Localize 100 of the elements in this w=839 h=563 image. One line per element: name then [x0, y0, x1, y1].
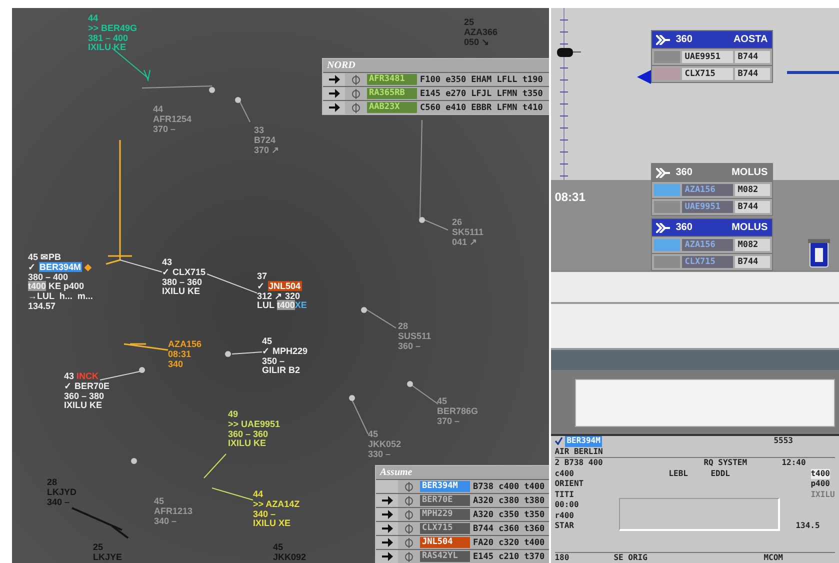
triangle-icon[interactable] [636, 70, 651, 84]
callsign-cell[interactable]: JNL504 [420, 537, 470, 548]
track-label-text[interactable]: 360 – 360 [228, 428, 268, 439]
arrow-cell[interactable] [376, 550, 398, 563]
track-label-text[interactable]: BER786G [437, 406, 478, 416]
track-label-text[interactable]: 381 – 400 [88, 32, 128, 43]
arrow-cell[interactable] [376, 522, 398, 535]
callsign-cell[interactable]: CLX715 [682, 256, 733, 268]
callsign-cell[interactable]: AAB23X [367, 102, 417, 113]
arrow-cell[interactable] [323, 101, 345, 114]
callsign-cell[interactable]: UAE9951 [682, 201, 733, 213]
color-swatch[interactable] [654, 256, 680, 268]
stack-header[interactable]: 360 MOLUS [652, 164, 772, 181]
track-label-text[interactable]: B724 [254, 134, 276, 145]
circle-icon[interactable] [404, 552, 414, 562]
track-label-text[interactable]: IXILU KE [228, 438, 266, 448]
circle-icon[interactable] [404, 482, 414, 492]
track-label-text[interactable]: ◆ [82, 262, 92, 272]
stack-header[interactable]: 360 AOSTA [652, 31, 772, 48]
track-label-text[interactable]: ✓ [257, 280, 268, 291]
aircraft-symbol-icon[interactable] [144, 70, 150, 82]
track-label-text[interactable]: 380 – 400 [28, 272, 68, 282]
circle-icon[interactable] [404, 538, 414, 548]
track-label-text[interactable]: LKJYE [93, 552, 122, 562]
track-label-text[interactable]: 45 [437, 396, 448, 406]
track-label-text[interactable]: XE [294, 300, 307, 310]
track-label-text[interactable]: 49 [228, 409, 238, 419]
track-label-text[interactable]: 370 ↗ [254, 144, 280, 155]
track-label-text[interactable]: 37 [257, 271, 268, 281]
track-label-text[interactable]: IXILU KE [64, 400, 102, 410]
track-label-text[interactable]: JKK092 [273, 552, 306, 562]
input-field[interactable] [574, 379, 835, 427]
track-label-text[interactable]: SUS511 [398, 330, 432, 341]
track-label-text[interactable]: 330 – [368, 448, 391, 459]
track-label-text[interactable]: IXILU KE [162, 286, 200, 296]
aircraft-symbol-icon[interactable] [225, 351, 231, 357]
track-label-text[interactable]: LKJYD [47, 486, 77, 497]
circle-icon[interactable] [351, 88, 361, 98]
track-label-text[interactable]: 44 [153, 104, 164, 114]
track-label-text[interactable]: 134.57 [28, 300, 56, 311]
aircraft-symbol-icon[interactable] [131, 458, 137, 464]
track-label-text[interactable]: 340 – [154, 516, 177, 526]
track-label-text[interactable]: 28 [47, 477, 58, 487]
track-label-text[interactable]: LUL [257, 300, 277, 310]
callsign-cell[interactable]: UAE9951 [682, 51, 733, 63]
track-label-text[interactable]: ✓ [28, 262, 39, 272]
track-label-text[interactable]: 28 [398, 321, 408, 331]
aircraft-symbol-icon[interactable] [349, 395, 355, 401]
callsign-cell[interactable]: MPH229 [420, 509, 470, 520]
track-label-text[interactable]: ✓ CLX715 [162, 266, 206, 277]
trash-icon[interactable] [808, 238, 830, 268]
aircraft-symbol-icon[interactable] [209, 87, 215, 93]
track-label-text[interactable]: 380 – 360 [162, 276, 202, 287]
track-label-text[interactable]: 340 [168, 358, 184, 369]
track-label-text[interactable]: SK5111 [452, 226, 484, 237]
color-swatch[interactable] [654, 68, 680, 80]
track-label-text[interactable]: 44 [253, 489, 264, 499]
track-label-text[interactable]: IXILU KE [88, 42, 126, 52]
track-label-text[interactable]: GILIR B2 [262, 365, 300, 376]
color-swatch[interactable] [654, 201, 680, 213]
track-label-text[interactable]: IXILU XE [253, 518, 291, 528]
track-label-text[interactable]: 45 [154, 496, 164, 506]
track-label-text[interactable]: 08:31 [168, 348, 192, 359]
track-label-text[interactable]: 350 – [262, 356, 285, 366]
circle-icon[interactable] [404, 510, 414, 520]
track-label-text[interactable]: 45 [262, 336, 272, 346]
track-label-text[interactable]: ✓ BER70E [64, 380, 110, 391]
circle-icon[interactable] [351, 74, 361, 84]
color-swatch[interactable] [654, 51, 680, 63]
color-swatch[interactable] [654, 184, 680, 196]
track-label-text[interactable]: JNL504 [268, 280, 302, 291]
aircraft-symbol-icon[interactable] [419, 217, 425, 223]
aircraft-symbol-icon[interactable] [407, 381, 413, 387]
callsign-cell[interactable]: RA365RB [367, 88, 417, 99]
track-label-text[interactable]: AZA156 [168, 339, 202, 349]
track-label-text[interactable]: >> BER49G [88, 22, 138, 33]
arrow-cell[interactable] [376, 480, 398, 493]
stack-header[interactable]: 360 MOLUS [652, 219, 772, 236]
track-label-text[interactable]: 43 [162, 257, 172, 267]
callsign-cell[interactable]: CLX715 [682, 68, 733, 80]
aircraft-symbol-icon[interactable] [235, 97, 241, 103]
arrow-cell[interactable] [376, 508, 398, 521]
track-label-text[interactable]: 45 ✉PB [28, 252, 62, 262]
callsign-cell[interactable]: BER70E [420, 495, 470, 506]
callsign-cell[interactable]: BER394M [420, 481, 470, 492]
arrow-cell[interactable] [323, 73, 345, 86]
track-label-text[interactable]: 340 – [47, 496, 70, 507]
track-label-text[interactable]: 360 – [398, 340, 421, 351]
track-label-text[interactable]: INCK [76, 371, 99, 381]
track-label-text[interactable]: t400 [276, 300, 295, 310]
track-label-text[interactable]: t400 [28, 281, 46, 292]
aircraft-symbol-icon[interactable] [361, 307, 367, 313]
track-label-text[interactable]: BER394M [38, 262, 82, 272]
track-label-text[interactable]: 370 – [437, 416, 460, 426]
track-label-text[interactable]: 370 – [153, 124, 176, 134]
callsign-cell[interactable]: AZA156 [682, 184, 733, 196]
callsign-cell[interactable]: CLX715 [420, 523, 470, 534]
track-label-text[interactable]: 33 [254, 125, 264, 135]
track-label-text[interactable]: >> UAE9951 [228, 418, 280, 429]
circle-icon[interactable] [351, 102, 361, 112]
